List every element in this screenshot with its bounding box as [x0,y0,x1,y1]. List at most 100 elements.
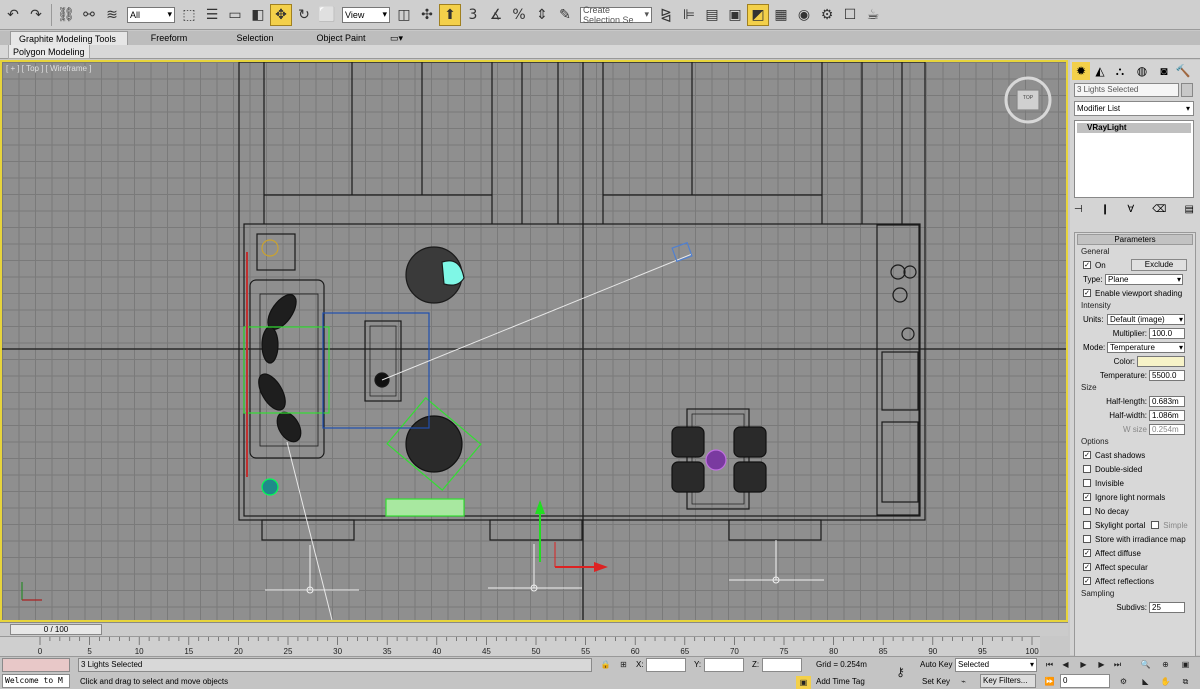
bind-spacewarp-icon[interactable]: ≋ [101,4,123,26]
motion-tab-icon[interactable]: ◍ [1133,62,1151,80]
object-name-field[interactable]: 3 Lights Selected [1074,83,1179,97]
link-icon[interactable]: ⛓ [55,4,77,26]
unlink-icon[interactable]: ⚯ [78,4,100,26]
temperature-input[interactable]: 5500.0 [1149,369,1185,381]
time-config-icon[interactable]: ⚙ [1116,675,1131,688]
zoom-all-icon[interactable]: ⊕ [1158,658,1173,671]
schematic-view-icon[interactable]: ▦ [770,4,792,26]
mirror-icon[interactable]: ⧎ [655,4,677,26]
goto-start-icon[interactable]: ⏮ [1042,658,1057,671]
absolute-mode-icon[interactable]: ⊞ [616,658,631,671]
tab-object-paint[interactable]: Object Paint [300,31,382,45]
option-checkbox[interactable] [1083,535,1091,543]
ribbon-options-icon[interactable]: ▭▾ [382,31,411,45]
rendered-frame-window-icon[interactable]: ☐ [839,4,861,26]
option-checkbox[interactable]: ✓ [1083,451,1091,459]
utilities-tab-icon[interactable]: 🔨 [1174,62,1192,80]
option-checkbox[interactable]: ✓ [1083,493,1091,501]
half-length-input[interactable]: 0.683m [1149,395,1185,407]
percent-snap-icon[interactable]: % [508,4,530,26]
units-dropdown[interactable]: Default (image) [1107,313,1185,325]
rollout-title[interactable]: Parameters [1077,234,1193,245]
select-manipulate-icon[interactable]: ✣ [416,4,438,26]
time-slider-track[interactable]: 0 / 100 [0,622,1068,636]
viewcube-label[interactable]: TOP [1019,95,1037,101]
set-key-button[interactable]: Set Key [922,676,950,688]
track-bar[interactable]: 0 5 10 15 20 25 30 35 40 45 50 55 60 65 70 75 80 85 90 95 10… [0,636,1040,656]
viewport-label[interactable]: [ + ] [ Top ] [ Wireframe ] [6,64,91,73]
render-setup-icon[interactable]: ⚙ [816,4,838,26]
select-by-name-icon[interactable]: ☰ [201,4,223,26]
snap-toggle-icon[interactable]: 3 [462,4,484,26]
time-tag-icon[interactable]: ▣ [796,676,811,689]
display-tab-icon[interactable]: ◙ [1155,62,1173,80]
option-checkbox[interactable] [1083,465,1091,473]
option-checkbox[interactable]: ✓ [1083,549,1091,557]
select-and-scale-icon[interactable]: ⬜ [316,4,338,26]
option-extra-checkbox[interactable] [1151,521,1160,529]
rect-selection-icon[interactable]: ▭ [224,4,246,26]
curve-editor-icon[interactable]: ◩ [747,3,769,26]
tab-selection[interactable]: Selection [210,31,300,45]
type-dropdown[interactable]: Plane [1105,273,1183,285]
selection-filter-dropdown[interactable]: All ▾ [127,6,175,23]
zoom-extents-icon[interactable]: ▣ [1178,658,1193,671]
option-checkbox[interactable] [1083,479,1091,487]
redo-icon[interactable]: ↷ [25,4,47,26]
auto-key-button[interactable]: Auto Key [920,659,952,671]
graphite-toggle-icon[interactable]: ▣ [724,4,746,26]
play-icon[interactable]: ▶ [1076,658,1091,671]
current-frame-input[interactable]: 0 [1060,674,1110,688]
key-mode-toggle-icon[interactable]: ⏩ [1042,675,1057,688]
zoom-icon[interactable]: 🔍 [1138,658,1153,671]
make-unique-icon[interactable]: ∀ [1127,204,1134,215]
half-width-input[interactable]: 1.086m [1149,409,1185,421]
keyboard-shortcut-override-icon[interactable]: ⬆ [439,3,461,26]
align-icon[interactable]: ⊫ [678,4,700,26]
field-of-view-icon[interactable]: ◣ [1138,675,1153,688]
remove-modifier-icon[interactable]: ⌫ [1152,204,1166,215]
key-tangent-icon[interactable]: ⌁ [956,675,971,688]
option-checkbox[interactable]: ✓ [1083,563,1091,571]
undo-icon[interactable]: ↶ [2,4,24,26]
on-checkbox[interactable]: ✓ [1083,261,1091,269]
color-swatch[interactable] [1137,355,1185,367]
select-and-move-icon[interactable]: ✥ [270,3,292,26]
top-viewport[interactable]: [ + ] [ Top ] [ Wireframe ] TOP [0,60,1068,622]
option-checkbox[interactable] [1083,521,1091,529]
y-coord-input[interactable] [704,658,744,672]
pin-stack-icon[interactable]: ⊣ [1074,204,1083,215]
modifier-list-dropdown[interactable]: Modifier List ▾ [1074,101,1194,116]
create-tab-icon[interactable]: ✹ [1072,62,1090,80]
maxscript-mini-listener[interactable] [2,658,70,672]
key-filters-button[interactable]: Key Filters... [980,674,1036,688]
select-object-icon[interactable]: ⬚ [178,4,200,26]
option-checkbox[interactable] [1083,507,1091,515]
spinner-snap-icon[interactable]: ⇕ [531,4,553,26]
angle-snap-icon[interactable]: ∡ [485,4,507,26]
stack-item-vraylight[interactable]: VRayLight [1077,123,1191,133]
object-color-swatch[interactable] [1181,83,1193,97]
add-time-tag[interactable]: Add Time Tag [816,676,865,688]
polygon-modeling-panel[interactable]: Polygon Modeling [8,45,90,59]
next-frame-icon[interactable]: ▶ [1094,658,1109,671]
show-end-result-icon[interactable]: ❙ [1101,204,1109,215]
layer-manager-icon[interactable]: ▤ [701,4,723,26]
edit-named-selection-icon[interactable]: ✎ [554,4,576,26]
key-icon[interactable]: ⚷ [893,665,908,679]
x-coord-input[interactable] [646,658,686,672]
configure-sets-icon[interactable]: ▤ [1185,204,1194,215]
modify-tab-icon[interactable]: ◭ [1091,62,1109,80]
selection-lock-icon[interactable]: 🔒 [598,658,613,671]
named-selection-sets-field[interactable]: Create Selection Se ▾ [580,5,652,25]
time-slider[interactable]: 0 / 100 [10,624,102,635]
select-and-rotate-icon[interactable]: ↻ [293,4,315,26]
hierarchy-tab-icon[interactable]: ⛬ [1111,62,1129,80]
option-checkbox[interactable]: ✓ [1083,577,1091,585]
exclude-button[interactable]: Exclude [1131,259,1187,271]
tab-graphite-modeling-tools[interactable]: Graphite Modeling Tools [10,31,128,45]
key-mode-dropdown[interactable]: Selected ▾ [955,658,1037,672]
prev-frame-icon[interactable]: ◀ [1058,658,1073,671]
mode-dropdown[interactable]: Temperature [1107,341,1185,353]
material-editor-icon[interactable]: ◉ [793,4,815,26]
